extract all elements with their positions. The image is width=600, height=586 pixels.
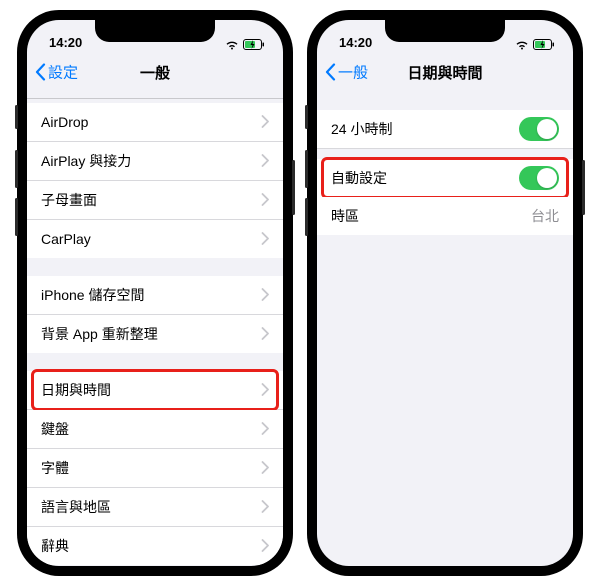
back-button[interactable]: 一般	[325, 62, 368, 83]
row-value: 台北	[531, 206, 559, 226]
settings-group: AirDrop AirPlay 與接力子母畫面 CarPlay	[27, 103, 283, 258]
settings-row[interactable]: 24 小時制	[317, 110, 573, 149]
settings-row[interactable]: CarPlay	[27, 220, 283, 258]
row-label: 語言與地區	[41, 497, 111, 517]
phone-right: 14:20 一般 日期與時間 24 小時制自動設定時區 台北	[307, 10, 583, 576]
settings-list[interactable]: 24 小時制自動設定時區 台北	[317, 92, 573, 235]
settings-group: 日期與時間鍵盤字體語言與地區辭典	[27, 371, 283, 565]
back-label: 一般	[338, 62, 368, 83]
status-time: 14:20	[49, 35, 82, 50]
chevron-right-icon	[261, 422, 269, 435]
notch	[95, 20, 215, 42]
nav-bar: 設定 一般	[27, 52, 283, 92]
wifi-icon	[225, 40, 239, 50]
chevron-right-icon	[261, 500, 269, 513]
back-label: 設定	[48, 62, 78, 83]
chevron-right-icon	[261, 154, 269, 167]
row-label: 時區	[331, 206, 359, 226]
chevron-left-icon	[325, 64, 336, 81]
settings-row[interactable]: AirDrop	[27, 103, 283, 142]
row-label: 鍵盤	[41, 419, 69, 439]
settings-list[interactable]: AirDrop AirPlay 與接力子母畫面 CarPlay iPhone 儲存空間…	[27, 99, 283, 567]
settings-row[interactable]: iPhone 儲存空間	[27, 276, 283, 315]
settings-row[interactable]: 自動設定	[317, 159, 573, 197]
chevron-right-icon	[261, 232, 269, 245]
settings-row[interactable]: AirPlay 與接力	[27, 142, 283, 181]
chevron-right-icon	[261, 539, 269, 552]
row-label: 辭典	[41, 536, 69, 556]
screen-left: 14:20 設定 一般 AirDrop AirPlay 與接力子母畫面 CarPla…	[27, 20, 283, 566]
nav-bar: 一般 日期與時間	[317, 52, 573, 92]
row-label: iPhone 儲存空間	[41, 285, 144, 305]
settings-row[interactable]: 日期與時間	[27, 371, 283, 410]
row-label: AirPlay 與接力	[41, 151, 131, 171]
row-label: 24 小時制	[331, 119, 392, 139]
battery-icon	[533, 39, 555, 50]
status-icons	[515, 39, 555, 50]
wifi-icon	[515, 40, 529, 50]
screen-right: 14:20 一般 日期與時間 24 小時制自動設定時區 台北	[317, 20, 573, 566]
settings-row[interactable]: 字體	[27, 449, 283, 488]
settings-row[interactable]: 時區 台北	[317, 197, 573, 235]
page-title: 日期與時間	[407, 62, 482, 83]
settings-group: 24 小時制自動設定時區 台北	[317, 110, 573, 235]
chevron-right-icon	[261, 461, 269, 474]
status-icons	[225, 39, 265, 50]
page-title: 一般	[140, 62, 170, 83]
settings-row[interactable]: 背景 App 重新整理	[27, 315, 283, 353]
chevron-right-icon	[261, 327, 269, 340]
chevron-right-icon	[261, 193, 269, 206]
row-label: AirDrop	[41, 114, 88, 130]
back-button[interactable]: 設定	[35, 62, 78, 83]
toggle-switch[interactable]	[519, 117, 559, 141]
row-label: 自動設定	[331, 168, 387, 188]
phone-left: 14:20 設定 一般 AirDrop AirPlay 與接力子母畫面 CarPla…	[17, 10, 293, 576]
row-label: 子母畫面	[41, 190, 97, 210]
notch	[385, 20, 505, 42]
settings-row[interactable]: 語言與地區	[27, 488, 283, 527]
battery-icon	[243, 39, 265, 50]
chevron-right-icon	[261, 383, 269, 396]
chevron-right-icon	[261, 288, 269, 301]
row-label: 字體	[41, 458, 69, 478]
settings-row[interactable]: 子母畫面	[27, 181, 283, 220]
chevron-right-icon	[261, 115, 269, 128]
row-label: 日期與時間	[41, 380, 111, 400]
settings-row[interactable]: 鍵盤	[27, 410, 283, 449]
settings-row[interactable]: 辭典	[27, 527, 283, 565]
toggle-switch[interactable]	[519, 166, 559, 190]
row-label: CarPlay	[41, 231, 91, 247]
chevron-left-icon	[35, 64, 46, 81]
settings-group: iPhone 儲存空間背景 App 重新整理	[27, 276, 283, 353]
status-time: 14:20	[339, 35, 372, 50]
row-label: 背景 App 重新整理	[41, 324, 158, 344]
